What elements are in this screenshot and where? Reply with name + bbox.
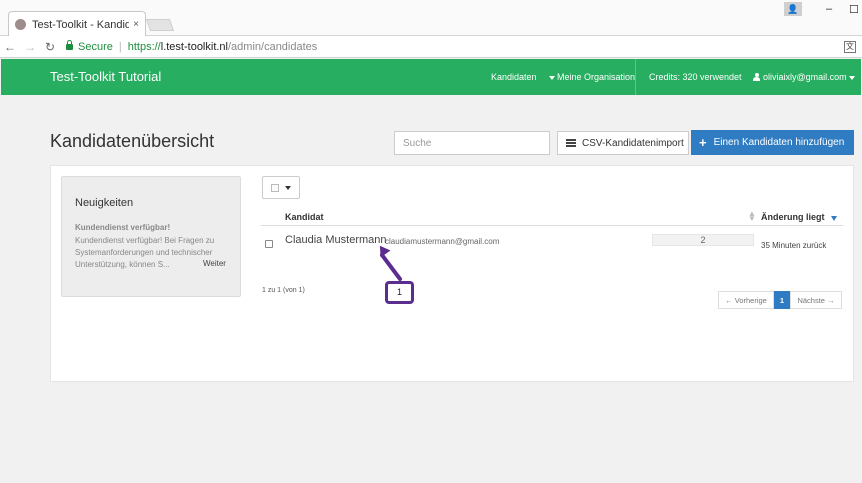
minimize-button[interactable]: –	[826, 3, 832, 15]
bulk-select-dropdown[interactable]	[262, 176, 300, 199]
sort-desc-icon[interactable]	[831, 216, 837, 221]
table-header-divider	[261, 225, 843, 226]
prev-page-button[interactable]: ← Vorherige	[718, 291, 774, 309]
search-input[interactable]	[394, 131, 550, 155]
current-page-button[interactable]: 1	[774, 291, 790, 309]
last-change-time: 35 Minuten zurück	[761, 241, 827, 250]
forward-icon[interactable]: →	[20, 40, 40, 54]
maximize-button[interactable]: ☐	[849, 3, 859, 16]
pagination: ← Vorherige 1 Nächste →	[718, 291, 842, 309]
row-checkbox[interactable]	[265, 240, 273, 248]
list-icon	[566, 139, 576, 147]
address-bar: ← → ↻ Secure | https:// l.test-toolkit.n…	[0, 36, 862, 58]
url-field[interactable]: Secure | https:// l.test-toolkit.nl /adm…	[66, 39, 318, 53]
app-navbar: Test-Toolkit Tutorial Kandidaten Meine O…	[1, 59, 861, 95]
news-title: Neuigkeiten	[75, 197, 134, 209]
column-header-candidate[interactable]: Kandidat	[285, 212, 324, 222]
annotation-label: 1	[385, 281, 414, 304]
tab-close-icon[interactable]: ×	[133, 19, 139, 30]
credits-display: Credits: 320 verwendet	[649, 72, 742, 82]
nav-organisation-label: Meine Organisation	[557, 72, 636, 82]
brand-title[interactable]: Test-Toolkit Tutorial	[50, 69, 161, 84]
user-menu[interactable]: oliviaixly@gmail.com	[753, 72, 857, 82]
url-host: l.test-toolkit.nl	[160, 40, 228, 53]
news-more-link[interactable]: Weiter	[203, 259, 226, 268]
url-path: /admin/candidates	[228, 40, 318, 53]
lock-icon	[66, 39, 73, 50]
page-title: Kandidatenübersicht	[50, 131, 215, 151]
news-panel: Neuigkeiten Kundendienst verfügbar! Kund…	[61, 176, 241, 297]
browser-tab[interactable]: Test-Toolkit - Kandidaten ×	[8, 11, 146, 37]
next-page-button[interactable]: Nächste →	[790, 291, 842, 309]
url-separator: |	[118, 40, 122, 53]
translate-icon[interactable]: 文	[844, 41, 856, 53]
news-headline: Kundendienst verfügbar!	[75, 223, 171, 232]
column-header-last-change[interactable]: Änderung liegt	[761, 212, 825, 222]
annotation-arrow-icon	[379, 245, 402, 281]
chevron-down-icon	[285, 185, 291, 190]
profile-icon[interactable]: 👤	[784, 2, 802, 16]
nav-candidates[interactable]: Kandidaten	[491, 72, 537, 82]
url-protocol: https://	[127, 40, 161, 53]
chevron-down-icon	[549, 75, 555, 80]
secure-indicator[interactable]: Secure	[66, 39, 113, 53]
new-tab-button[interactable]	[145, 19, 175, 31]
result-info: 1 zu 1 (von 1)	[262, 287, 305, 294]
tab-title: Test-Toolkit - Kandidaten	[32, 18, 130, 31]
add-candidate-button[interactable]: + Einen Kandidaten hinzufügen	[691, 130, 854, 155]
user-icon	[753, 73, 760, 81]
checkbox-icon	[271, 183, 279, 192]
csv-import-button[interactable]: CSV-Kandidatenimport	[557, 131, 689, 155]
candidate-count: 2	[652, 234, 754, 246]
user-email: oliviaixly@gmail.com	[763, 72, 847, 82]
nav-divider	[635, 59, 636, 95]
favicon-icon	[15, 19, 26, 30]
secure-label: Secure	[78, 40, 113, 53]
back-icon[interactable]: ←	[0, 40, 20, 54]
plus-icon: +	[699, 135, 707, 150]
browser-tabstrip: Test-Toolkit - Kandidaten × 👤 – ☐	[0, 0, 862, 37]
sort-icon[interactable]: ▲ ▼	[748, 210, 756, 223]
nav-organisation[interactable]: Meine Organisation	[547, 72, 635, 82]
csv-import-label: CSV-Kandidatenimport	[582, 137, 684, 149]
chevron-down-icon	[848, 75, 855, 80]
reload-icon[interactable]: ↻	[40, 40, 60, 54]
add-candidate-label: Einen Kandidaten hinzufügen	[713, 137, 845, 148]
